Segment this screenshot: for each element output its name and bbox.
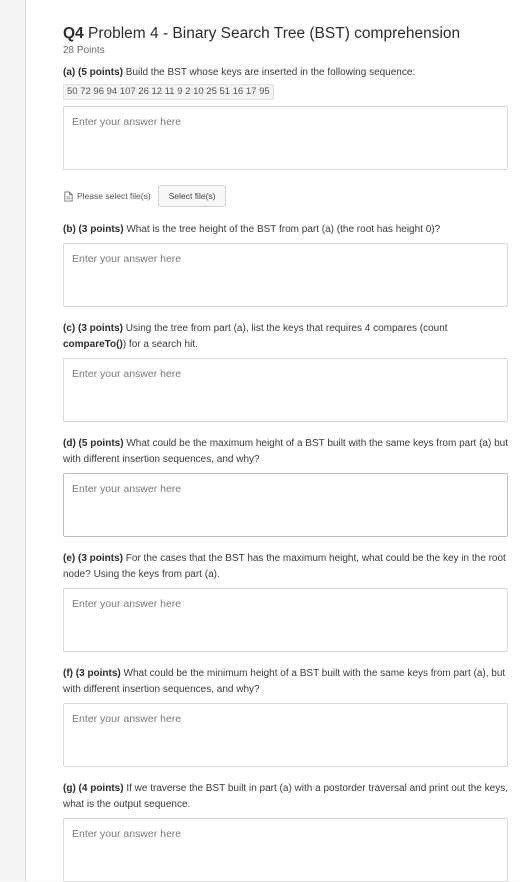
answer-placeholder: Enter your answer here — [72, 828, 182, 840]
part-a-prompt: (a) (5 points) Build the BST whose keys … — [63, 65, 509, 81]
part-e-label: (e) (3 points) — [63, 553, 123, 564]
part-d-text: What could be the maximum height of a BS… — [63, 438, 508, 465]
part-a-label: (a) (5 points) — [63, 67, 123, 78]
question-number: Q4 — [63, 25, 84, 42]
part-b: (b) (3 points) What is the tree height o… — [63, 222, 509, 307]
file-icon — [64, 190, 73, 202]
part-c: (c) (3 points) Using the tree from part … — [63, 321, 509, 422]
part-c-label: (c) (3 points) — [63, 323, 123, 334]
part-e-prompt: (e) (3 points) For the cases that the BS… — [63, 551, 509, 583]
part-d-prompt: (d) (5 points) What could be the maximum… — [63, 436, 509, 468]
file-upload-label: Please select file(s) — [77, 191, 151, 201]
part-c-prompt: (c) (3 points) Using the tree from part … — [63, 321, 509, 353]
part-f-prompt: (f) (3 points) What could be the minimum… — [63, 666, 509, 698]
part-g-text: If we traverse the BST built in part (a)… — [63, 783, 508, 810]
answer-placeholder: Enter your answer here — [72, 483, 182, 495]
answer-box-c[interactable]: Enter your answer here — [63, 358, 508, 422]
answer-placeholder: Enter your answer here — [72, 598, 182, 610]
question-title-text: Problem 4 - Binary Search Tree (BST) com… — [88, 25, 461, 42]
part-e: (e) (3 points) For the cases that the BS… — [63, 551, 509, 652]
answer-box-e[interactable]: Enter your answer here — [63, 588, 508, 652]
part-c-text: Using the tree from part (a), list the k… — [125, 323, 448, 334]
part-d: (d) (5 points) What could be the maximum… — [63, 436, 509, 537]
answer-placeholder: Enter your answer here — [72, 253, 182, 265]
part-b-text: What is the tree height of the BST from … — [126, 224, 441, 235]
part-g: (g) (4 points) If we traverse the BST bu… — [63, 781, 509, 882]
file-upload-row: Please select file(s) Select file(s) — [63, 185, 509, 207]
answer-box-g[interactable]: Enter your answer here — [63, 818, 508, 882]
part-d-label: (d) (5 points) — [63, 438, 124, 449]
question-title: Q4 Problem 4 - Binary Search Tree (BST) … — [63, 24, 509, 44]
part-c-code: compareTo() — [63, 339, 123, 350]
part-b-prompt: (b) (3 points) What is the tree height o… — [63, 222, 509, 238]
answer-box-f[interactable]: Enter your answer here — [63, 703, 508, 767]
question-points: 28 Points — [63, 45, 105, 56]
question-card: Q4 Problem 4 - Binary Search Tree (BST) … — [26, 0, 520, 882]
part-f-text: What could be the minimum height of a BS… — [63, 668, 506, 695]
key-sequence: 50 72 96 94 107 26 12 11 9 2 10 25 51 16… — [63, 84, 274, 100]
select-files-button[interactable]: Select file(s) — [157, 185, 227, 207]
part-f-label: (f) (3 points) — [63, 668, 121, 679]
answer-box-d[interactable]: Enter your answer here — [63, 473, 508, 537]
left-gutter — [0, 0, 26, 881]
part-a: (a) (5 points) Build the BST whose keys … — [63, 65, 509, 207]
answer-box-b[interactable]: Enter your answer here — [63, 243, 508, 307]
answer-box-a[interactable]: Enter your answer here — [63, 106, 508, 170]
part-c-text-after: ) for a search hit. — [122, 339, 198, 350]
answer-placeholder: Enter your answer here — [72, 368, 182, 380]
question-content: Q4 Problem 4 - Binary Search Tree (BST) … — [63, 24, 509, 882]
part-f: (f) (3 points) What could be the minimum… — [63, 666, 509, 767]
part-e-text: For the cases that the BST has the maxim… — [63, 553, 506, 580]
answer-placeholder: Enter your answer here — [72, 116, 182, 128]
answer-placeholder: Enter your answer here — [72, 713, 182, 725]
part-a-text: Build the BST whose keys are inserted in… — [125, 67, 416, 78]
part-g-label: (g) (4 points) — [63, 783, 124, 794]
part-g-prompt: (g) (4 points) If we traverse the BST bu… — [63, 781, 509, 813]
part-b-label: (b) (3 points) — [63, 224, 124, 235]
